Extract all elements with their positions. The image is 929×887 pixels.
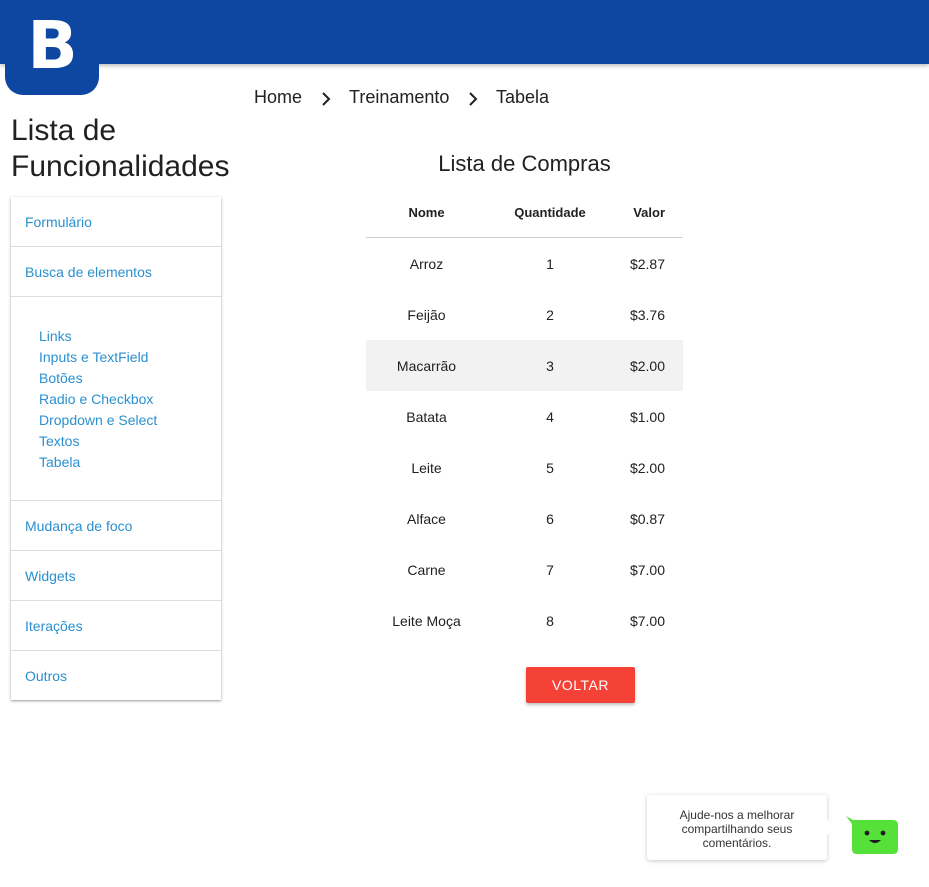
table-row: Leite 5 $2.00 bbox=[366, 442, 683, 493]
cell-quantidade: 3 bbox=[487, 340, 613, 391]
logo-letter: B bbox=[27, 7, 78, 84]
sidebar-item-formulario[interactable]: Formulário bbox=[11, 197, 221, 247]
sidebar-item-mudanca-de-foco[interactable]: Mudança de foco bbox=[11, 501, 221, 551]
cell-nome: Leite bbox=[411, 459, 442, 476]
cell-nome: Carne bbox=[407, 561, 446, 578]
cell-valor: $2.00 bbox=[613, 340, 683, 391]
cell-valor: $7.00 bbox=[629, 561, 665, 578]
back-button[interactable]: VOLTAR bbox=[526, 667, 635, 703]
sidebar-item-iteracoes[interactable]: Iterações bbox=[11, 601, 221, 651]
shopping-table: Nome Quantidade Valor Arroz 1 $2.87 Feijão 2… bbox=[366, 187, 683, 646]
sidebar-item-widgets[interactable]: Widgets bbox=[11, 551, 221, 601]
submenu-item-radio-checkbox[interactable]: Radio e Checkbox bbox=[39, 389, 221, 410]
submenu-item-botoes[interactable]: Botões bbox=[39, 368, 221, 389]
table-title: Lista de Compras bbox=[438, 151, 611, 176]
top-app-bar bbox=[0, 0, 929, 64]
table-header-row: Nome Quantidade Valor bbox=[366, 187, 683, 238]
breadcrumb-treinamento[interactable]: Treinamento bbox=[349, 86, 449, 108]
chevron-right-icon bbox=[469, 92, 478, 106]
cell-nome: Alface bbox=[407, 510, 446, 527]
submenu-item-dropdown-select[interactable]: Dropdown e Select bbox=[39, 410, 221, 431]
cell-nome: Batata bbox=[406, 408, 447, 425]
cell-quantidade: 2 bbox=[546, 306, 554, 323]
submenu-item-tabela[interactable]: Tabela bbox=[39, 452, 221, 473]
sidebar-submenu: Links Inputs e TextField Botões Radio e … bbox=[11, 297, 221, 501]
column-header-valor: Valor bbox=[613, 187, 683, 238]
cell-nome: Macarrão bbox=[366, 340, 487, 391]
cell-quantidade: 4 bbox=[546, 408, 554, 425]
cell-nome: Arroz bbox=[409, 255, 444, 272]
breadcrumb-home[interactable]: Home bbox=[254, 86, 302, 108]
feedback-message: Ajude-nos a melhorar compartilhando seus… bbox=[679, 808, 795, 850]
cell-quantidade: 7 bbox=[546, 561, 554, 578]
submenu-item-textos[interactable]: Textos bbox=[39, 431, 221, 452]
sidebar-item-outros[interactable]: Outros bbox=[11, 651, 221, 700]
breadcrumb-tabela[interactable]: Tabela bbox=[496, 86, 549, 108]
cell-valor: $3.76 bbox=[629, 306, 665, 323]
cell-nome: Leite Moça bbox=[392, 612, 461, 629]
chat-bot-icon[interactable] bbox=[845, 816, 898, 854]
table-row: Leite Moça 8 $7.00 bbox=[366, 595, 683, 646]
column-header-quantidade: Quantidade bbox=[487, 187, 613, 238]
cell-nome: Feijão bbox=[407, 306, 446, 323]
column-header-nome: Nome bbox=[366, 187, 487, 238]
cell-quantidade: 6 bbox=[546, 510, 554, 527]
table-row: Batata 4 $1.00 bbox=[366, 391, 683, 442]
cell-quantidade: 8 bbox=[546, 612, 554, 629]
table-row: Carne 7 $7.00 bbox=[366, 544, 683, 595]
cell-valor: $2.00 bbox=[629, 459, 665, 476]
cell-valor: $2.87 bbox=[629, 255, 665, 272]
submenu-item-links[interactable]: Links bbox=[39, 326, 221, 347]
cell-valor: $0.87 bbox=[629, 510, 665, 527]
chevron-right-icon bbox=[322, 92, 331, 106]
feedback-bubble: Ajude-nos a melhorar compartilhando seus… bbox=[647, 795, 836, 860]
table-row: Arroz 1 $2.87 bbox=[366, 238, 683, 290]
app-logo[interactable]: B bbox=[5, 1, 99, 95]
table-row: Macarrão 3 $2.00 bbox=[366, 340, 683, 391]
table-row: Alface 6 $0.87 bbox=[366, 493, 683, 544]
sidebar-item-busca-de-elementos[interactable]: Busca de elementos bbox=[11, 247, 221, 297]
cell-valor: $7.00 bbox=[629, 612, 665, 629]
sidebar-title: Lista de Funcionalidades bbox=[11, 114, 230, 183]
cell-quantidade: 5 bbox=[546, 459, 554, 476]
side-menu: Formulário Busca de elementos Links Inpu… bbox=[11, 197, 221, 700]
cell-valor: $1.00 bbox=[629, 408, 665, 425]
table-row: Feijão 2 $3.76 bbox=[366, 289, 683, 340]
cell-quantidade: 1 bbox=[546, 255, 554, 272]
submenu-item-inputs[interactable]: Inputs e TextField bbox=[39, 347, 221, 368]
